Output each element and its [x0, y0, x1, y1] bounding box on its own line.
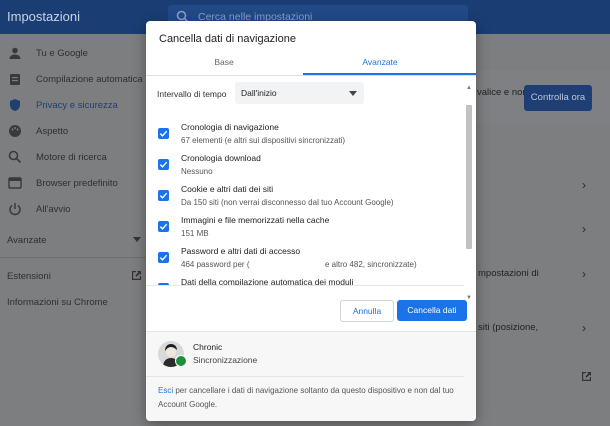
- sidebar-item-label: Compilazione automatica: [36, 73, 143, 85]
- sign-out-note: Esci per cancellare i dati di navigazion…: [158, 384, 458, 412]
- sidebar-item-label: Privacy e sicurezza: [36, 99, 118, 111]
- open-in-new-icon[interactable]: [581, 371, 592, 382]
- sidebar-item-on-startup[interactable]: All'avvio: [0, 196, 146, 222]
- check-icon: [159, 130, 168, 137]
- data-type-list: Cronologia di navigazione 67 elementi (e…: [146, 109, 464, 285]
- time-range-select[interactable]: Dall'inizio: [235, 82, 364, 104]
- sync-icon: [175, 355, 187, 367]
- tab-basic[interactable]: Base: [146, 57, 302, 77]
- background-text: valice e non: [477, 87, 528, 98]
- item-title: Dati della compilazione automatica dei m…: [181, 277, 354, 285]
- item-title: Password e altri dati di accesso: [181, 246, 301, 256]
- list-scrollbar[interactable]: ▲ ▼: [464, 85, 474, 303]
- search-icon: [8, 150, 22, 164]
- sidebar-item-search-engine[interactable]: Motore di ricerca: [0, 144, 146, 170]
- scroll-down-icon[interactable]: ▼: [466, 295, 472, 301]
- list-item-download-history: Cronologia download Nessuno: [146, 150, 464, 181]
- power-icon: [9, 203, 21, 216]
- time-range-label: Intervallo di tempo: [157, 89, 227, 99]
- check-icon: [159, 161, 168, 168]
- list-item-cache: Immagini e file memorizzati nella cache …: [146, 212, 464, 243]
- sidebar-item-extensions[interactable]: Estensioni: [7, 271, 51, 282]
- checkbox-cookies[interactable]: [158, 190, 169, 201]
- sidebar-divider: [0, 257, 146, 258]
- palette-icon: [9, 125, 21, 137]
- clear-data-button[interactable]: Cancella dati: [397, 300, 467, 321]
- item-title: Immagini e file memorizzati nella cache: [181, 215, 330, 225]
- item-title: Cookie e altri dati dei siti: [181, 184, 274, 194]
- dialog-title: Cancella dati di navigazione: [159, 33, 296, 45]
- sidebar-item-appearance[interactable]: Aspetto: [0, 118, 146, 144]
- item-subtitle: Nessuno: [181, 167, 213, 176]
- sidebar-item-default-browser[interactable]: Browser predefinito: [0, 170, 146, 196]
- shield-icon: [10, 99, 20, 111]
- dialog-footer: Chronic Sincronizzazione Esci per cancel…: [146, 331, 476, 421]
- item-subtitle-right: e altro 482, sincronizzate): [325, 260, 417, 269]
- clear-browsing-data-dialog: Cancella dati di navigazione Base Avanza…: [146, 21, 476, 421]
- chevron-right-icon[interactable]: ›: [582, 178, 586, 192]
- chevron-right-icon[interactable]: ›: [582, 267, 586, 281]
- sidebar-item-about[interactable]: Informazioni su Chrome: [7, 297, 108, 308]
- person-icon: [9, 47, 21, 59]
- sidebar-item-label: Motore di ricerca: [36, 151, 107, 163]
- background-text: mpostazioni di: [478, 268, 539, 279]
- footer-divider: [146, 376, 464, 377]
- list-item-passwords: Password e altri dati di accesso 464 pas…: [146, 243, 464, 274]
- item-subtitle: Da 150 siti (non verrai disconnesso dal …: [181, 198, 394, 207]
- caret-down-icon: [349, 91, 357, 96]
- chevron-right-icon[interactable]: ›: [582, 222, 586, 236]
- check-icon: [159, 254, 168, 261]
- list-item-autofill: Dati della compilazione automatica dei m…: [146, 274, 464, 285]
- checkbox-download-history[interactable]: [158, 159, 169, 170]
- tab-divider: [146, 75, 476, 76]
- sidebar-item-label: Aspetto: [36, 125, 69, 137]
- page-title: Impostazioni: [7, 9, 80, 24]
- checkbox-cache[interactable]: [158, 221, 169, 232]
- scroll-up-icon[interactable]: ▲: [466, 85, 472, 91]
- item-subtitle: 67 elementi (e altri sui dispositivi sin…: [181, 136, 346, 145]
- sync-status: Sincronizzazione: [193, 355, 258, 365]
- cancel-button[interactable]: Annulla: [340, 300, 394, 322]
- list-bottom-divider: [146, 285, 464, 286]
- chevron-right-icon[interactable]: ›: [582, 321, 586, 335]
- item-title: Cronologia download: [181, 153, 261, 163]
- sidebar-item-autofill[interactable]: Compilazione automatica: [0, 66, 146, 92]
- sidebar-advanced-toggle[interactable]: Avanzate: [7, 235, 46, 246]
- background-text: siti (posizione,: [478, 322, 539, 333]
- check-now-button[interactable]: Controlla ora: [524, 85, 592, 111]
- sidebar-item-label: Browser predefinito: [36, 177, 118, 189]
- sidebar: Tu e Google Compilazione automatica Priv…: [0, 34, 146, 426]
- account-name: Chronic: [193, 342, 223, 352]
- sign-out-link[interactable]: Esci: [158, 386, 173, 395]
- item-subtitle: 151 MB: [181, 229, 209, 238]
- sidebar-item-you-and-google[interactable]: Tu e Google: [0, 40, 146, 66]
- checkbox-browsing-history[interactable]: [158, 128, 169, 139]
- list-item-cookies: Cookie e altri dati dei siti Da 150 siti…: [146, 181, 464, 212]
- check-icon: [159, 192, 168, 199]
- checkbox-passwords[interactable]: [158, 252, 169, 263]
- caret-down-icon: [133, 237, 141, 242]
- sidebar-item-privacy[interactable]: Privacy e sicurezza: [0, 92, 146, 118]
- clipboard-icon: [10, 74, 20, 85]
- sign-out-note-text: per cancellare i dati di navigazione sol…: [158, 386, 454, 409]
- item-subtitle-left: 464 password per (: [181, 260, 250, 269]
- time-range-value: Dall'inizio: [241, 88, 277, 98]
- scrollbar-thumb[interactable]: [466, 105, 472, 249]
- check-icon: [159, 223, 168, 230]
- item-title: Cronologia di navigazione: [181, 122, 279, 132]
- open-in-new-icon[interactable]: [131, 270, 142, 281]
- browser-icon: [8, 177, 22, 189]
- list-item-browsing-history: Cronologia di navigazione 67 elementi (e…: [146, 119, 464, 150]
- sidebar-item-label: All'avvio: [36, 203, 71, 215]
- sidebar-item-label: Tu e Google: [36, 47, 88, 59]
